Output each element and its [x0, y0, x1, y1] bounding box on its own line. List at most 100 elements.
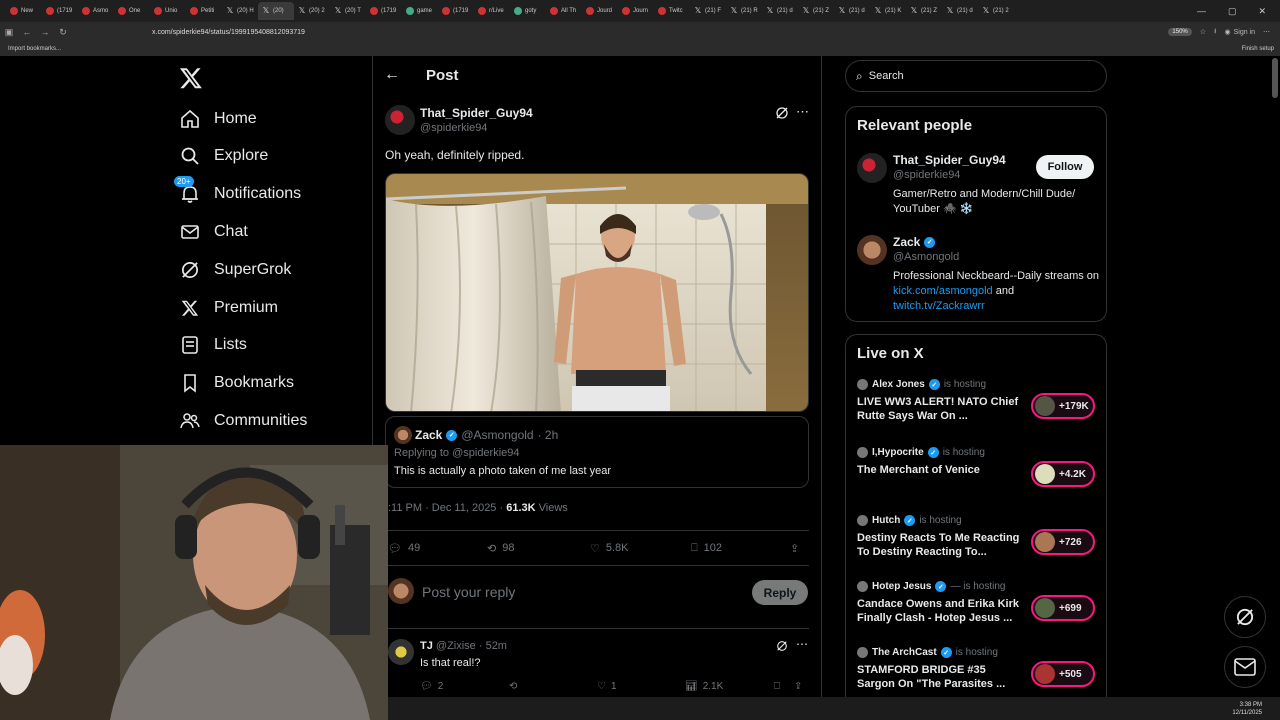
person-card[interactable]: Zack ✓ @Asmongold Professional Neckbeard-… — [857, 235, 1099, 315]
live-title[interactable]: Candace Owens and Erika Kirk Finally Cla… — [857, 597, 1022, 625]
maximize-icon[interactable]: ▢ — [1228, 6, 1237, 17]
browser-tab[interactable]: 𝕏 (20) — [258, 2, 294, 20]
commenter-avatar[interactable] — [388, 639, 414, 665]
browser-tab[interactable]: 𝕏 (21) Z — [906, 2, 942, 20]
twitch-link[interactable]: twitch.tv/Zackrawrr — [893, 300, 985, 312]
browser-tab[interactable]: 𝕏 (20) 2 — [294, 2, 330, 20]
nav-item-notifications[interactable]: 20+ Notifications — [174, 176, 301, 207]
nav-item-explore[interactable]: Explore — [180, 143, 268, 169]
grok-fab-button[interactable] — [1224, 596, 1266, 638]
user-avatar[interactable] — [388, 578, 414, 604]
browser-tab[interactable]: Twitc — [654, 2, 690, 20]
quoted-author-avatar[interactable] — [394, 426, 412, 444]
comment-item[interactable]: TJ @Zixise · 52m Is that real!? ⋯ 💬︎ 2 ⟲ … — [388, 628, 809, 698]
live-listener-count[interactable]: +505 — [1031, 661, 1095, 687]
browser-tab[interactable]: 𝕏 (21) Z — [798, 2, 834, 20]
comment-views-action[interactable]: 📊︎ 2.1K — [685, 681, 723, 692]
reload-icon[interactable]: ↻ — [54, 27, 72, 38]
nav-item-communities[interactable]: Communities — [180, 408, 307, 434]
browser-tab[interactable]: 𝕏 (21) 2 — [978, 2, 1014, 20]
host-avatar[interactable] — [857, 447, 868, 458]
live-title[interactable]: Destiny Reacts To Me Reacting To Destiny… — [857, 531, 1022, 559]
nav-item-bookmarks[interactable]: Bookmarks — [180, 370, 294, 396]
follow-button[interactable]: Follow — [1036, 155, 1094, 179]
sidebar-toggle-icon[interactable]: ▣ — [0, 27, 18, 38]
host-name[interactable]: Alex Jones — [872, 379, 925, 390]
reply-action[interactable]: 💬︎ 49 — [388, 542, 420, 555]
browser-tab[interactable]: (1719 — [366, 2, 402, 20]
browser-tab[interactable]: goty — [510, 2, 546, 20]
quoted-author-handle[interactable]: @Asmongold — [461, 428, 533, 442]
more-options-icon[interactable]: ⋯ — [796, 104, 809, 120]
live-listener-count[interactable]: +699 — [1031, 595, 1095, 621]
x-logo-icon[interactable] — [179, 66, 203, 90]
reply-button[interactable]: Reply — [752, 580, 808, 605]
like-action[interactable]: ♡ 5.8K — [590, 542, 629, 555]
url-field[interactable]: x.com/spiderkie94/status/199919540881209… — [152, 29, 305, 36]
browser-tab[interactable]: r/Live — [474, 2, 510, 20]
browser-tab[interactable]: 𝕏 (21) R — [726, 2, 762, 20]
browser-tab[interactable]: (1719 — [42, 2, 78, 20]
system-clock[interactable]: 3:38 PM 12/11/2025 — [1232, 701, 1262, 717]
author-name[interactable]: That_Spider_Guy94 — [420, 106, 533, 120]
close-window-icon[interactable]: ✕ — [1258, 6, 1266, 17]
person-avatar[interactable] — [857, 235, 887, 265]
sign-in-button[interactable]: ◉ Sign in — [1224, 28, 1255, 37]
browser-tab[interactable]: All Th — [546, 2, 582, 20]
minimize-icon[interactable]: — — [1197, 6, 1206, 16]
share-action[interactable]: ⇪ — [790, 542, 799, 555]
host-avatar[interactable] — [857, 379, 868, 390]
menu-dots-icon[interactable]: ⋯ — [1263, 28, 1270, 36]
comment-repost-action[interactable]: ⟲ — [509, 681, 517, 692]
live-stream-item[interactable]: Alex Jones ✓ is hosting LIVE WW3 ALERT! NAT… — [857, 379, 1097, 439]
post-image[interactable] — [385, 173, 809, 412]
browser-tab[interactable]: 𝕏 (21) d — [942, 2, 978, 20]
browser-tab[interactable]: 𝕏 (21) F — [690, 2, 726, 20]
zoom-indicator[interactable]: 150% — [1168, 28, 1192, 36]
forward-nav-icon[interactable]: → — [36, 27, 54, 37]
nav-item-supergrok[interactable]: SuperGrok — [180, 257, 291, 283]
person-avatar[interactable] — [857, 153, 887, 183]
live-listener-count[interactable]: +179K — [1031, 393, 1095, 419]
browser-tab[interactable]: Petiti — [186, 2, 222, 20]
comment-reply-action[interactable]: 💬︎ 2 — [420, 681, 443, 692]
live-stream-item[interactable]: I,Hypocrite ✓ is hosting The Merchant of Ve… — [857, 447, 1097, 507]
grok-icon[interactable] — [775, 106, 789, 120]
messages-fab-button[interactable] — [1224, 646, 1266, 688]
nav-item-premium[interactable]: Premium — [180, 295, 278, 321]
browser-tab[interactable]: Asmo — [78, 2, 114, 20]
host-name[interactable]: The ArchCast — [872, 647, 937, 658]
back-arrow-icon[interactable]: ← — [384, 66, 400, 84]
search-input[interactable]: ⌕ Search — [845, 60, 1107, 92]
author-avatar[interactable] — [385, 105, 415, 135]
grok-icon[interactable] — [776, 640, 788, 652]
repost-action[interactable]: ⟲ 98 — [487, 542, 514, 555]
live-listener-count[interactable]: +4.2K — [1031, 461, 1095, 487]
commenter-name[interactable]: TJ — [420, 640, 433, 652]
downloads-icon[interactable]: ⭳ — [1214, 27, 1216, 38]
author-handle[interactable]: @spiderkie94 — [420, 122, 487, 134]
browser-tab[interactable]: Journ — [618, 2, 654, 20]
person-name[interactable]: That_Spider_Guy94 — [893, 153, 1006, 167]
browser-tab[interactable]: One — [114, 2, 150, 20]
browser-tab[interactable]: 𝕏 (20) T — [330, 2, 366, 20]
scrollbar[interactable] — [1272, 58, 1278, 98]
host-name[interactable]: I,Hypocrite — [872, 447, 924, 458]
comment-share-action[interactable]: ⇪ — [794, 681, 802, 692]
browser-tab[interactable]: New — [6, 2, 42, 20]
host-name[interactable]: Hotep Jesus — [872, 581, 931, 592]
browser-tab[interactable]: Jourd — [582, 2, 618, 20]
browser-tab[interactable]: 𝕏 (21) d — [762, 2, 798, 20]
browser-tab[interactable]: (1719 — [438, 2, 474, 20]
host-avatar[interactable] — [857, 647, 868, 658]
person-handle[interactable]: @Asmongold — [893, 251, 959, 263]
favorite-star-icon[interactable]: ☆ — [1200, 28, 1206, 36]
host-avatar[interactable] — [857, 581, 868, 592]
host-avatar[interactable] — [857, 515, 868, 526]
browser-tab[interactable]: Unio — [150, 2, 186, 20]
live-stream-item[interactable]: Hotep Jesus ✓ — is hosting Candace Owens an… — [857, 581, 1097, 641]
import-bookmarks-link[interactable]: Import bookmarks... — [8, 46, 61, 52]
quoted-author-name[interactable]: Zack — [415, 428, 442, 442]
live-stream-item[interactable]: Hutch ✓ is hosting Destiny Reacts To Me Rea… — [857, 515, 1097, 575]
nav-item-chat[interactable]: Chat — [180, 219, 248, 245]
